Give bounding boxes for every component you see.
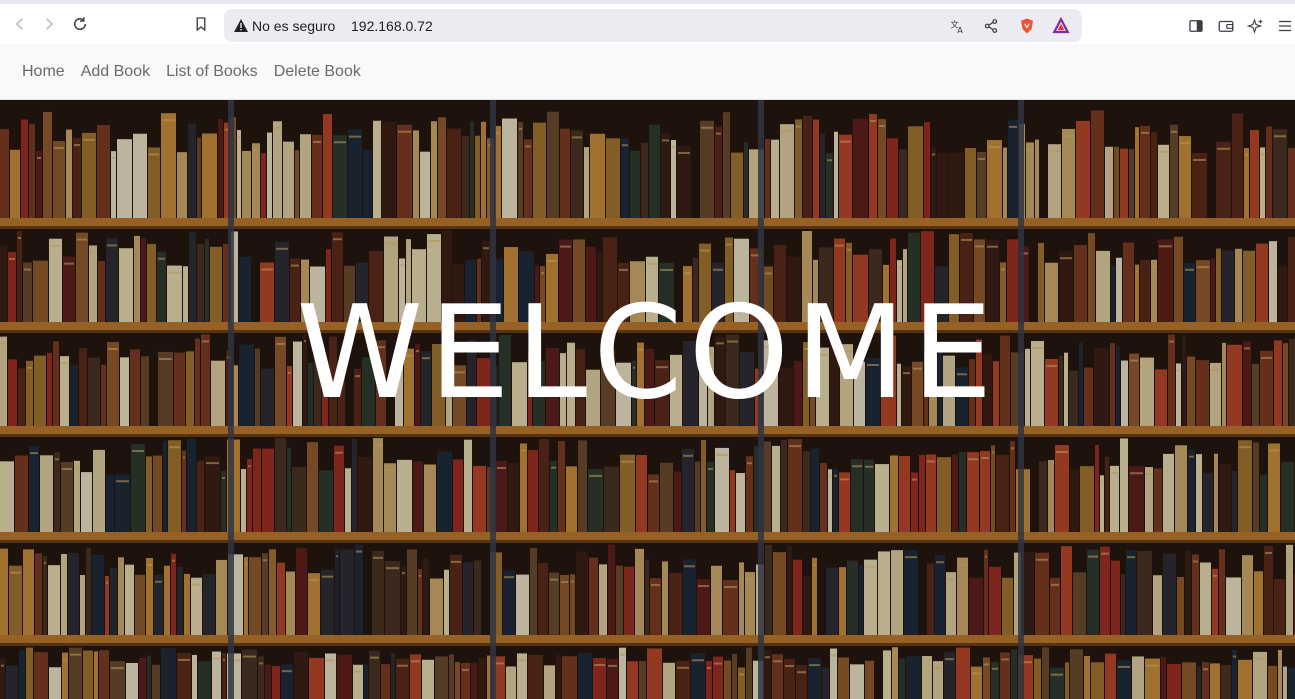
nav-delete-book-link[interactable]: Delete Book: [266, 63, 369, 81]
brave-shield-icon[interactable]: [1017, 16, 1037, 36]
nav-home-link[interactable]: Home: [14, 63, 73, 81]
sidebar-icon[interactable]: [1186, 16, 1206, 36]
translate-icon[interactable]: 文A: [948, 16, 968, 36]
warning-icon[interactable]: [234, 19, 248, 32]
hero-title: WELCOME: [296, 279, 999, 428]
svg-text:A: A: [957, 25, 963, 35]
url-text[interactable]: 192.168.0.72: [351, 18, 433, 34]
share-icon[interactable]: [981, 16, 1001, 36]
wallet-icon[interactable]: [1216, 16, 1236, 36]
bookmark-icon[interactable]: [190, 13, 212, 35]
leo-ai-icon[interactable]: [1246, 16, 1266, 36]
site-navbar: Home Add Book List of Books Delete Book: [0, 44, 1295, 100]
nav-menu: Home Add Book List of Books Delete Book: [14, 44, 369, 100]
brave-rewards-icon[interactable]: [1051, 16, 1071, 36]
browser-toolbar: No es seguro 192.168.0.72 文A: [0, 0, 1295, 44]
nav-add-book-link[interactable]: Add Book: [73, 63, 158, 81]
hero-banner: WELCOME: [0, 100, 1295, 699]
reload-icon[interactable]: [69, 13, 91, 35]
back-icon[interactable]: [9, 13, 31, 35]
forward-icon[interactable]: [38, 13, 60, 35]
menu-icon[interactable]: [1275, 16, 1295, 36]
address-bar[interactable]: No es seguro 192.168.0.72 文A: [224, 9, 1082, 42]
nav-list-books-link[interactable]: List of Books: [158, 63, 266, 81]
security-status[interactable]: No es seguro: [252, 18, 335, 34]
